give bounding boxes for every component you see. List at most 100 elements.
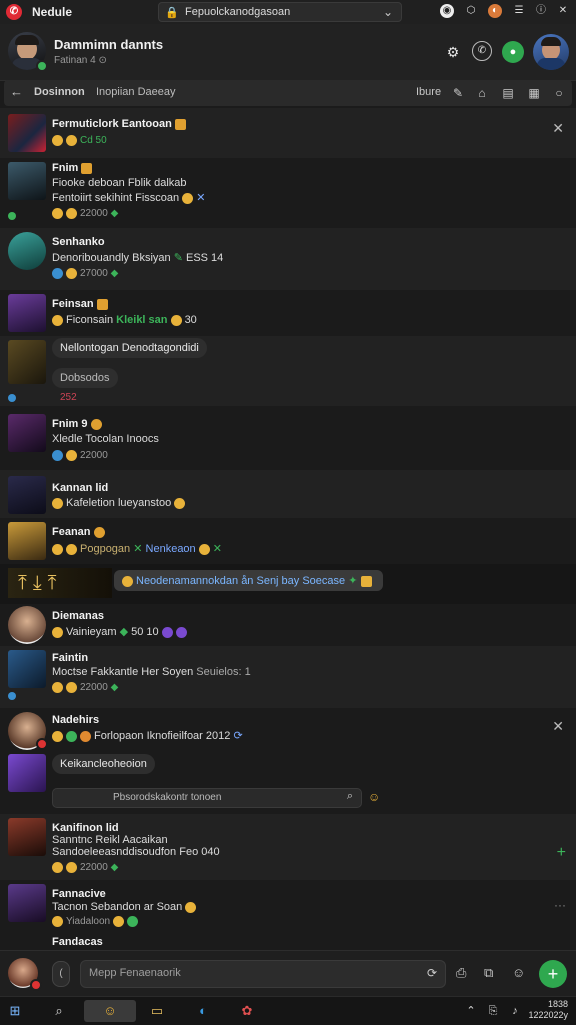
list-item[interactable]: Fermuticlork Eantooan Cd 50 ✕	[0, 108, 576, 158]
list-item[interactable]: Kannan lid Kafeletion lueyanstoo	[0, 470, 576, 518]
file-explorer-icon[interactable]: ▭	[146, 1000, 168, 1022]
conversation-meta: 27000 ◆	[52, 268, 118, 279]
conversation-thumbnail	[8, 818, 46, 856]
inbox-icon[interactable]: ⌂	[472, 83, 492, 103]
app-title: Nedule	[32, 5, 73, 19]
list-item[interactable]: Feanan Pogpogan ✕ Nenkeaon ✕	[0, 518, 576, 564]
conversation-thumbnail	[8, 884, 46, 922]
conversation-preview: Denoribouandly Bksiyan ✎ ESS 14	[52, 252, 224, 264]
gif-icon[interactable]: ⧉	[484, 965, 493, 981]
conversation-preview-2: Sandoeleeasnddisoudfon Feo 040	[52, 846, 220, 858]
message-pill[interactable]: Neodenamannokdan ån Senj bay Soecase ✦	[114, 570, 383, 591]
profile-icon[interactable]: ◐	[488, 4, 502, 18]
conversation-title: Diemanas	[52, 610, 104, 622]
list-item[interactable]: Nellontogan Denodtagondidi Dobsodos 252	[0, 336, 576, 406]
video-call-icon[interactable]: ●	[502, 41, 524, 63]
attach-icon[interactable]: (	[52, 961, 70, 987]
alert-dot-icon	[36, 738, 48, 750]
message-input[interactable]: Mepp Fenaenaorik ⟳	[80, 960, 446, 988]
address-bar[interactable]: 🔒 Fepuolckanodgasoan ⌄	[158, 2, 402, 22]
system-clock[interactable]: 1838 1222022y	[528, 999, 568, 1021]
list-item[interactable]: Fnim 9 Xledle Tocolan Inoocs 22000	[0, 406, 576, 470]
search-bar[interactable]: ← Dosinnon Inopiian Daeeay Ibure ✎ ⌂ ▤ ▦…	[4, 80, 572, 106]
list-item[interactable]: Diemanas Vainieyam ◆ 50 10	[0, 604, 576, 646]
filter-label[interactable]: Ibure	[416, 86, 441, 98]
conversation-meta: Cd 50	[52, 135, 107, 146]
settings-gear-icon[interactable]: ⚙	[442, 41, 464, 63]
folder-icon[interactable]: ▤	[498, 83, 518, 103]
conversation-thumbnail	[8, 232, 46, 270]
conversation-thumbnail	[8, 294, 46, 332]
browser-edge-icon[interactable]: ◐	[192, 1000, 214, 1022]
volume-icon[interactable]: ♪	[504, 1000, 526, 1022]
unread-dot-icon	[8, 212, 16, 220]
add-icon[interactable]: +	[557, 844, 566, 862]
emoji-icon[interactable]: ☺	[368, 790, 380, 804]
sticker-image: ⤒⤓⤒	[8, 568, 112, 598]
more-icon[interactable]: ···	[554, 898, 566, 912]
reaction-icon[interactable]	[56, 793, 67, 804]
menu-icon[interactable]: ☰	[512, 4, 526, 18]
puzzle-icon[interactable]: ⬡	[464, 4, 478, 18]
calendar-icon[interactable]: ▦	[524, 83, 544, 103]
back-arrow-icon[interactable]: ←	[10, 84, 23, 99]
conversation-thumbnail	[8, 340, 46, 384]
conversation-thumbnail	[8, 476, 46, 514]
conversation-preview: Sanntnc Reikl Aacaikan	[52, 834, 168, 846]
search-query-extra[interactable]: Inopiian Daeeay	[96, 86, 176, 98]
reply-field[interactable]: Pbsorodskakontr tonoen ⌕	[52, 788, 362, 808]
list-item[interactable]: Feinsan Ficonsain Kleikl san 30	[0, 290, 576, 336]
message-pill[interactable]: Nellontogan Denodtagondidi	[52, 338, 207, 358]
list-item[interactable]: Nadehirs Forlopaon Iknofieilfoar 2012 ⟳ …	[0, 708, 576, 814]
list-item[interactable]: Senhanko Denoribouandly Bksiyan ✎ ESS 14…	[0, 228, 576, 290]
conversation-preview-2: Fentoiirt sekihint Fisscoan ✕	[52, 192, 206, 204]
image-icon[interactable]: ⎙	[456, 965, 466, 981]
url-text: Fepuolckanodgasoan	[185, 6, 291, 18]
add-button[interactable]: +	[539, 960, 567, 988]
conversation-thumbnail	[8, 522, 46, 560]
message-pill[interactable]: Keikancleoheoion	[52, 754, 155, 774]
search-icon[interactable]: ⌕	[347, 790, 353, 803]
conversation-title: Kannan lid	[52, 482, 109, 494]
conversation-thumbnail	[8, 114, 46, 152]
close-icon[interactable]: ✕	[552, 718, 564, 735]
conversation-meta: 22000 ◆	[52, 862, 118, 873]
circle-icon[interactable]: ○	[549, 83, 569, 103]
list-item[interactable]: Fandacas	[0, 932, 576, 950]
conversation-title: Faintin	[52, 652, 89, 664]
network-icon[interactable]: ⎘	[482, 1000, 504, 1022]
conversation-title: Fnim 9	[52, 418, 105, 430]
info-icon[interactable]: ⓘ	[534, 4, 548, 18]
media-thumbnail[interactable]	[8, 754, 46, 792]
list-item[interactable]: Fannacive Tacnon Sebandon ar Soan Yiadal…	[0, 880, 576, 932]
conversation-preview: Forlopaon Iknofieilfoar 2012 ⟳	[52, 729, 243, 742]
conversation-title: Nadehirs	[52, 714, 100, 726]
list-item[interactable]: Fnim Fiooke deboan Fblik dalkab Fentoiir…	[0, 158, 576, 228]
list-item[interactable]: ⤒⤓⤒ Neodenamannokdan ån Senj bay Soecase…	[0, 564, 576, 604]
taskbar-app-icon[interactable]: ✿	[236, 1000, 258, 1022]
pin-icon[interactable]: ✎	[448, 83, 468, 103]
search-query[interactable]: Dosinnon	[34, 86, 85, 98]
message-composer: ( Mepp Fenaenaorik ⟳ ⎙ ⧉ ☺ +	[0, 950, 576, 997]
extension-icon[interactable]: ◉	[440, 4, 454, 18]
close-icon[interactable]: ✕	[552, 120, 564, 137]
conversation-title: Fandacas	[52, 936, 103, 948]
chevron-up-icon[interactable]: ⌃	[460, 1000, 482, 1022]
profile-avatar[interactable]	[533, 34, 569, 70]
conversation-meta: 22000	[52, 450, 108, 461]
emoji-icon[interactable]: ☺	[512, 965, 525, 980]
conversation-title: Fannacive	[52, 888, 106, 900]
chevron-down-icon[interactable]: ⌄	[383, 5, 393, 19]
conversation-thumbnail	[8, 650, 46, 688]
app-logo-icon: ✆	[6, 4, 22, 20]
call-icon[interactable]: ✆	[472, 41, 492, 61]
list-item[interactable]: Kanifinon lid Sanntnc Reikl Aacaikan San…	[0, 814, 576, 880]
search-icon[interactable]: ⌕	[48, 1000, 70, 1022]
message-pill-2[interactable]: Dobsodos	[52, 368, 118, 388]
conversation-preview: Moctse Fakkantle Her Soyen Seuielos: 1	[52, 666, 251, 678]
close-window-icon[interactable]: ✕	[556, 4, 570, 18]
taskbar-app-emoji-icon[interactable]: ☺	[84, 1000, 136, 1022]
list-item[interactable]: Faintin Moctse Fakkantle Her Soyen Seuie…	[0, 646, 576, 708]
refresh-icon[interactable]: ⟳	[427, 966, 437, 980]
start-icon[interactable]: ⊞	[4, 1000, 26, 1022]
